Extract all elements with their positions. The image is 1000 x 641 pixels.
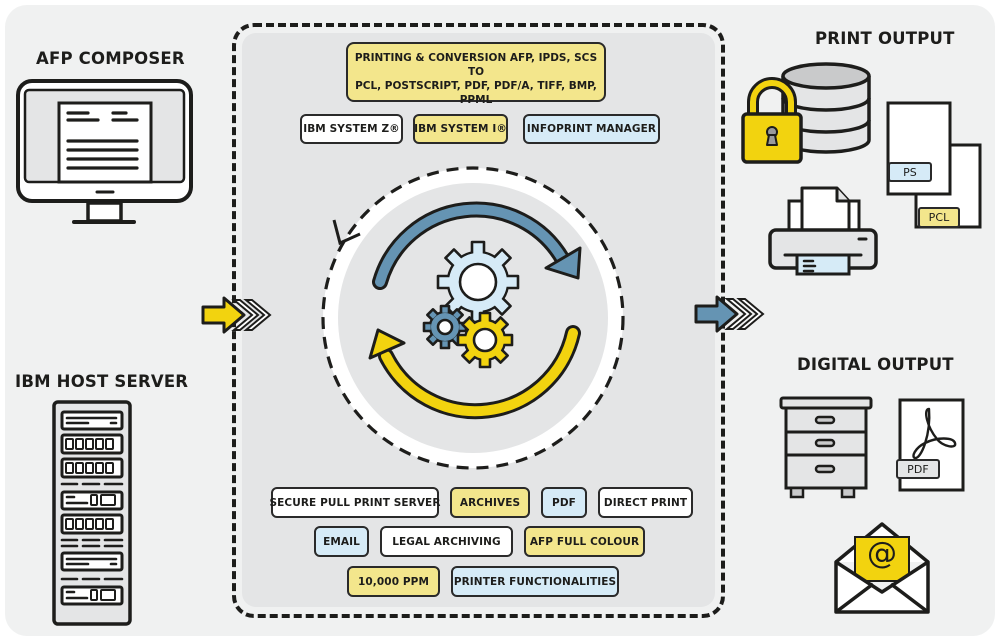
- server-rack-icon: [52, 400, 132, 626]
- feature-tag-pdf: PDF: [541, 487, 587, 518]
- input-arrow-icon: [201, 296, 272, 334]
- monitor-icon: [16, 79, 193, 224]
- feature-tag-archives: ARCHIVES: [450, 487, 530, 518]
- pdf-file-label: PDF: [896, 459, 940, 479]
- padlock-icon: [741, 77, 803, 164]
- feature-tag-email: EMAIL: [314, 526, 369, 557]
- feature-tag-afp-full-colour: AFP FULL COLOUR: [524, 526, 645, 557]
- feature-tag-printer-functionalities: PRINTER FUNCTIONALITIES: [451, 566, 619, 597]
- pcl-file-label: PCL: [918, 207, 960, 228]
- ibm-host-server-title: IBM HOST SERVER: [15, 372, 189, 391]
- print-output-title: PRINT OUTPUT: [815, 29, 955, 48]
- platform-tag-ibm-system-i: IBM SYSTEM I®: [413, 114, 508, 144]
- conversion-box: PRINTING & CONVERSION AFP, IPDS, SCS TO …: [346, 42, 606, 106]
- platform-tag-ibm-system-z: IBM SYSTEM Z®: [300, 114, 403, 144]
- output-arrow-icon: [694, 295, 765, 333]
- ps-file-label: PS: [888, 162, 932, 182]
- filing-cabinet-icon: [779, 396, 873, 499]
- email-at-symbol: @: [867, 536, 897, 571]
- feature-tag-10000-ppm: 10,000 PPM: [347, 566, 440, 597]
- printer-icon: [768, 186, 878, 276]
- cycle-graphic: [321, 166, 625, 470]
- medium-gear-icon: [456, 311, 514, 369]
- conversion-line-2: TO: [467, 66, 485, 78]
- platform-tag-infoprint-manager: INFOPRINT MANAGER: [523, 114, 660, 144]
- conversion-line-3: PCL, POSTSCRIPT, PDF, PDF/A, TIFF, BMP, …: [355, 80, 597, 106]
- feature-tag-legal-archiving: LEGAL ARCHIVING: [380, 526, 513, 557]
- afp-composer-title: AFP COMPOSER: [36, 49, 185, 68]
- digital-output-title: DIGITAL OUTPUT: [797, 355, 954, 374]
- feature-tag-secure-pull-print-server: SECURE PULL PRINT SERVER: [269, 487, 440, 518]
- conversion-line-1: PRINTING & CONVERSION AFP, IPDS, SCS: [354, 52, 598, 64]
- feature-tag-direct-print: DIRECT PRINT: [598, 487, 693, 518]
